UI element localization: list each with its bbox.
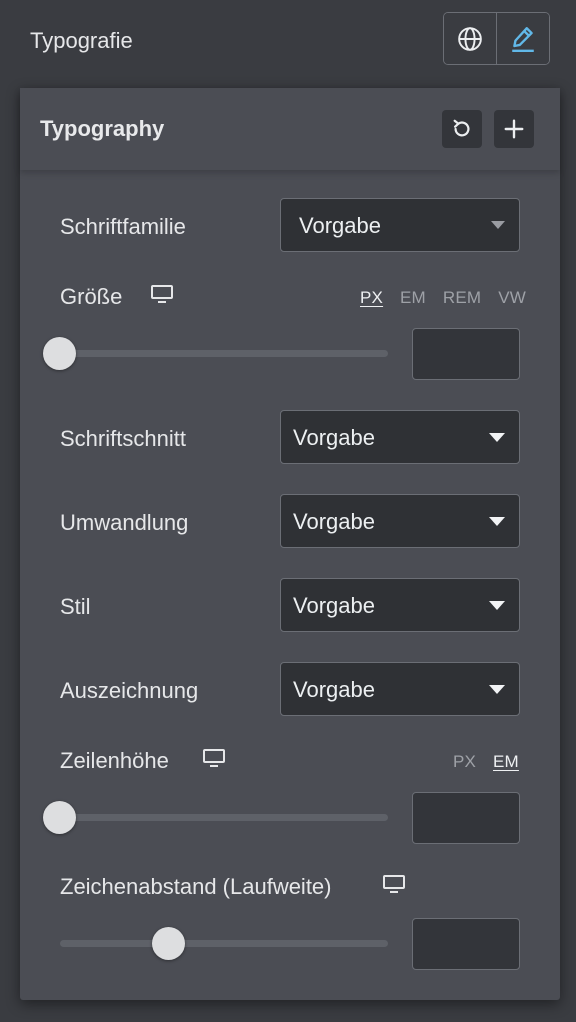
chevron-down-icon [489, 601, 505, 610]
chevron-down-icon [489, 433, 505, 442]
size-unit-switcher: PX EM REM VW [348, 288, 526, 308]
typography-popover: Typography Schriftfamilie Vorgabe Größe … [20, 88, 560, 1000]
letter-spacing-slider-handle[interactable] [152, 927, 185, 960]
edit-typography-button[interactable] [496, 13, 549, 64]
popover-title: Typography [40, 116, 165, 141]
size-slider-track[interactable] [60, 350, 388, 357]
reset-icon [453, 119, 470, 137]
reset-button[interactable] [442, 110, 482, 148]
font-weight-value: Vorgabe [293, 425, 375, 450]
desktop-icon[interactable] [382, 874, 406, 894]
text-decoration-value: Vorgabe [293, 677, 375, 702]
desktop-icon[interactable] [150, 284, 174, 304]
size-slider-handle[interactable] [43, 337, 76, 370]
chevron-down-icon [489, 685, 505, 694]
add-button[interactable] [494, 110, 534, 148]
unit-vw[interactable]: VW [498, 288, 526, 307]
desktop-icon[interactable] [202, 748, 226, 768]
popover-header: Typography [20, 88, 560, 170]
letter-spacing-input[interactable] [412, 918, 520, 970]
line-height-label: Zeilenhöhe [60, 748, 169, 773]
control-title: Typografie [30, 28, 133, 53]
text-transform-select[interactable]: Vorgabe [280, 494, 520, 548]
typography-button-group [443, 12, 550, 65]
global-settings-button[interactable] [444, 13, 496, 64]
text-decoration-label: Auszeichnung [60, 678, 199, 703]
unit-px[interactable]: PX [360, 288, 383, 307]
font-style-select[interactable]: Vorgabe [280, 578, 520, 632]
size-label: Größe [60, 284, 123, 309]
font-weight-select[interactable]: Vorgabe [280, 410, 520, 464]
typography-control-header: Typografie [0, 0, 576, 88]
font-family-value: Vorgabe [299, 213, 381, 238]
chevron-down-icon [489, 517, 505, 526]
font-style-label: Stil [60, 594, 91, 619]
line-height-unit-switcher: PX EM [441, 752, 519, 772]
line-height-input[interactable] [412, 792, 520, 844]
line-height-slider-track[interactable] [60, 814, 388, 821]
letter-spacing-label: Zeichenabstand (Laufweite) [60, 874, 332, 899]
text-transform-value: Vorgabe [293, 509, 375, 534]
size-input[interactable] [412, 328, 520, 380]
font-family-label: Schriftfamilie [60, 214, 186, 239]
text-decoration-select[interactable]: Vorgabe [280, 662, 520, 716]
font-style-value: Vorgabe [293, 593, 375, 618]
font-family-select[interactable]: Vorgabe [280, 198, 520, 252]
text-transform-label: Umwandlung [60, 510, 189, 535]
unit-rem[interactable]: REM [443, 288, 481, 307]
font-weight-label: Schriftschnitt [60, 426, 186, 451]
plus-icon [504, 119, 524, 139]
unit-em[interactable]: EM [493, 752, 519, 771]
line-height-slider-handle[interactable] [43, 801, 76, 834]
globe-icon [458, 26, 482, 51]
unit-em[interactable]: EM [400, 288, 426, 307]
unit-px[interactable]: PX [453, 752, 476, 771]
pencil-edit-icon [512, 26, 534, 52]
chevron-down-icon [491, 221, 505, 229]
letter-spacing-slider-track[interactable] [60, 940, 388, 947]
